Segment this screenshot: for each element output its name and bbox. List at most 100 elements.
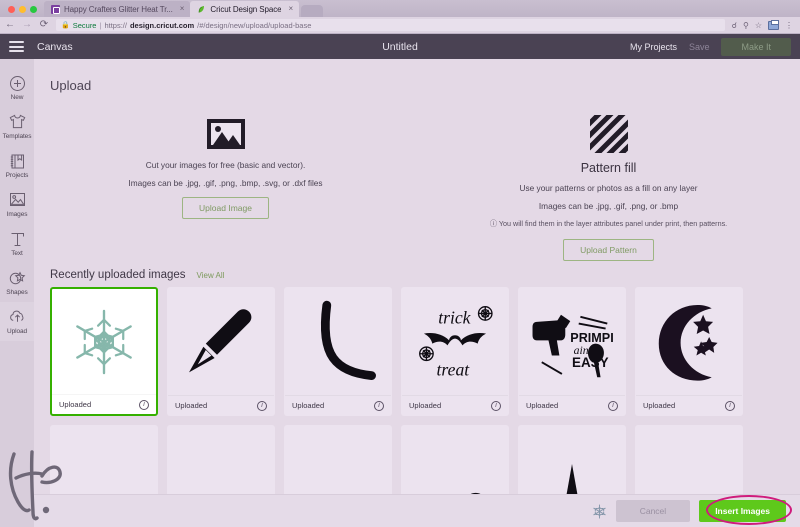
app-header-actions: My Projects Save Make It (630, 37, 791, 56)
status-badge: Uploaded (409, 401, 442, 411)
image-card-trick-treat-bat[interactable]: trick treat Uploaded i (401, 287, 509, 417)
sidebar-item-new[interactable]: New (0, 68, 34, 107)
back-icon[interactable]: ← (5, 20, 15, 30)
upload-panels: Cut your images for free (basic and vect… (34, 93, 800, 262)
browser-tab-2[interactable]: Cricut Design Space × (190, 1, 300, 17)
key-icon[interactable]: ☌ (732, 21, 737, 30)
view-all-link[interactable]: View All (197, 271, 225, 280)
upload-pattern-button[interactable]: Upload Pattern (563, 239, 654, 262)
browser-tabstrip: Happy Crafters Glitter Heat Tr... × Cric… (0, 0, 800, 17)
info-circle-icon[interactable]: i (257, 400, 267, 411)
notebook-icon (9, 153, 26, 170)
image-card-snowflake[interactable]: Uploaded i (50, 287, 158, 417)
upload-content: Upload Cut your images for free (basic a… (34, 59, 800, 527)
hamburger-icon[interactable] (9, 41, 24, 52)
tab-favicon-cricut (197, 5, 206, 14)
url-host: design.cricut.com (129, 20, 195, 30)
status-badge: Uploaded (526, 401, 559, 411)
plus-circle-icon (9, 75, 26, 92)
status-badge: Uploaded (292, 401, 325, 411)
browser-window: Happy Crafters Glitter Heat Tr... × Cric… (0, 0, 800, 527)
minimize-window-button[interactable] (19, 6, 26, 13)
canvas-label[interactable]: Canvas (37, 41, 73, 53)
sidebar-item-label: New (10, 94, 24, 101)
url-scheme: https:// (104, 20, 127, 30)
info-circle-icon[interactable]: i (139, 399, 149, 410)
image-card-pencil[interactable]: Uploaded i (167, 287, 275, 417)
make-it-button[interactable]: Make It (721, 37, 791, 56)
reload-icon[interactable]: ⟳ (39, 20, 49, 30)
status-badge: Uploaded (643, 401, 676, 411)
insert-images-button[interactable]: Insert Images (699, 500, 786, 522)
image-icon (9, 192, 26, 209)
sidebar-item-label: Templates (2, 133, 32, 140)
sidebar-item-label: Shapes (6, 289, 28, 296)
status-badge: Uploaded (59, 400, 92, 410)
svg-text:PRIMPIN': PRIMPIN' (570, 331, 614, 345)
tab-close-icon[interactable]: × (180, 5, 185, 13)
sidebar-item-upload[interactable]: Upload (0, 302, 34, 341)
recently-uploaded-heading: Recently uploaded images (50, 269, 186, 282)
tab-close-icon[interactable]: × (288, 5, 293, 13)
card-footer: Uploaded i (168, 395, 274, 415)
pattern-fill-note-text: You will find them in the layer attribut… (498, 219, 728, 229)
sidebar-item-images[interactable]: Images (0, 185, 34, 224)
maximize-window-button[interactable] (30, 6, 37, 13)
panel-cut-images: Cut your images for free (basic and vect… (34, 107, 417, 261)
pattern-fill-heading: Pattern fill (580, 161, 637, 175)
printer-icon[interactable] (768, 19, 779, 30)
card-thumbnail: PRIMPIN' ain't EASY (519, 288, 625, 395)
close-window-button[interactable] (8, 6, 15, 13)
card-thumbnail (636, 288, 742, 395)
card-thumbnail (285, 288, 391, 395)
cancel-button[interactable]: Cancel (615, 500, 691, 522)
info-circle-icon[interactable]: i (374, 400, 384, 411)
new-tab-button[interactable] (301, 5, 324, 17)
upload-image-button[interactable]: Upload Image (182, 197, 269, 220)
pattern-fill-note: ⓘ You will find them in the layer attrib… (417, 220, 800, 228)
address-bar[interactable]: 🔒 Secure | https://design.cricut.com/#/d… (56, 19, 725, 31)
browser-tab-1[interactable]: Happy Crafters Glitter Heat Tr... × (44, 1, 191, 17)
tab-title: Cricut Design Space (210, 4, 282, 14)
image-card-hockey-stick[interactable]: Uploaded i (284, 287, 392, 417)
browser-toolbar: ← → ⟳ 🔒 Secure | https://design.cricut.c… (0, 17, 800, 34)
info-circle-icon: ⓘ (489, 219, 498, 229)
sidebar-item-projects[interactable]: Projects (0, 146, 34, 185)
sidebar-item-label: Text (11, 250, 23, 257)
sidebar-item-shapes[interactable]: Shapes (0, 263, 34, 302)
card-footer: Uploaded i (52, 394, 156, 414)
image-card-moon-stars[interactable]: Uploaded i (635, 287, 743, 417)
recently-uploaded-grid: Uploaded i Uploaded i Uploaded i trick t… (34, 287, 800, 527)
sidebar-item-text[interactable]: Text (0, 224, 34, 263)
info-circle-icon[interactable]: i (491, 400, 501, 411)
tab-title: Happy Crafters Glitter Heat Tr... (64, 4, 173, 14)
app-body: New Templates Projects Images Text Shape… (0, 59, 800, 527)
card-footer: Uploaded i (285, 395, 391, 415)
forward-icon[interactable]: → (22, 20, 32, 30)
card-thumbnail (168, 288, 274, 395)
scroll-indicator (44, 508, 48, 512)
info-circle-icon[interactable]: i (725, 400, 735, 411)
sidebar-item-templates[interactable]: Templates (0, 107, 34, 146)
card-thumbnail (52, 289, 156, 394)
save-button[interactable]: Save (689, 42, 710, 52)
sidebar-item-label: Upload (7, 328, 27, 335)
recently-uploaded-header: Recently uploaded images View All (34, 261, 800, 287)
star-icon[interactable]: ☆ (755, 21, 762, 30)
card-footer: Uploaded i (636, 395, 742, 415)
image-card-primpin-aint-easy[interactable]: PRIMPIN' ain't EASY Uploaded i (518, 287, 626, 417)
panel-line-2: Images can be .jpg, .gif, .png, or .bmp (538, 201, 679, 212)
shapes-icon (9, 270, 26, 287)
upload-page-title: Upload (50, 78, 92, 93)
sidebar-item-label: Images (6, 211, 28, 218)
snowflake-spinner-icon (592, 503, 607, 519)
toolbar-actions: ☌ ⚲ ☆ ⋮ (732, 19, 795, 30)
info-circle-icon[interactable]: i (608, 400, 618, 411)
tab-favicon-happy-crafters (51, 4, 60, 14)
search-icon[interactable]: ⚲ (743, 21, 749, 30)
my-projects-link[interactable]: My Projects (630, 42, 677, 52)
status-badge: Uploaded (175, 401, 208, 411)
upload-cloud-icon (9, 309, 26, 326)
picture-frame-icon (34, 107, 417, 161)
kebab-menu-icon[interactable]: ⋮ (785, 21, 793, 30)
